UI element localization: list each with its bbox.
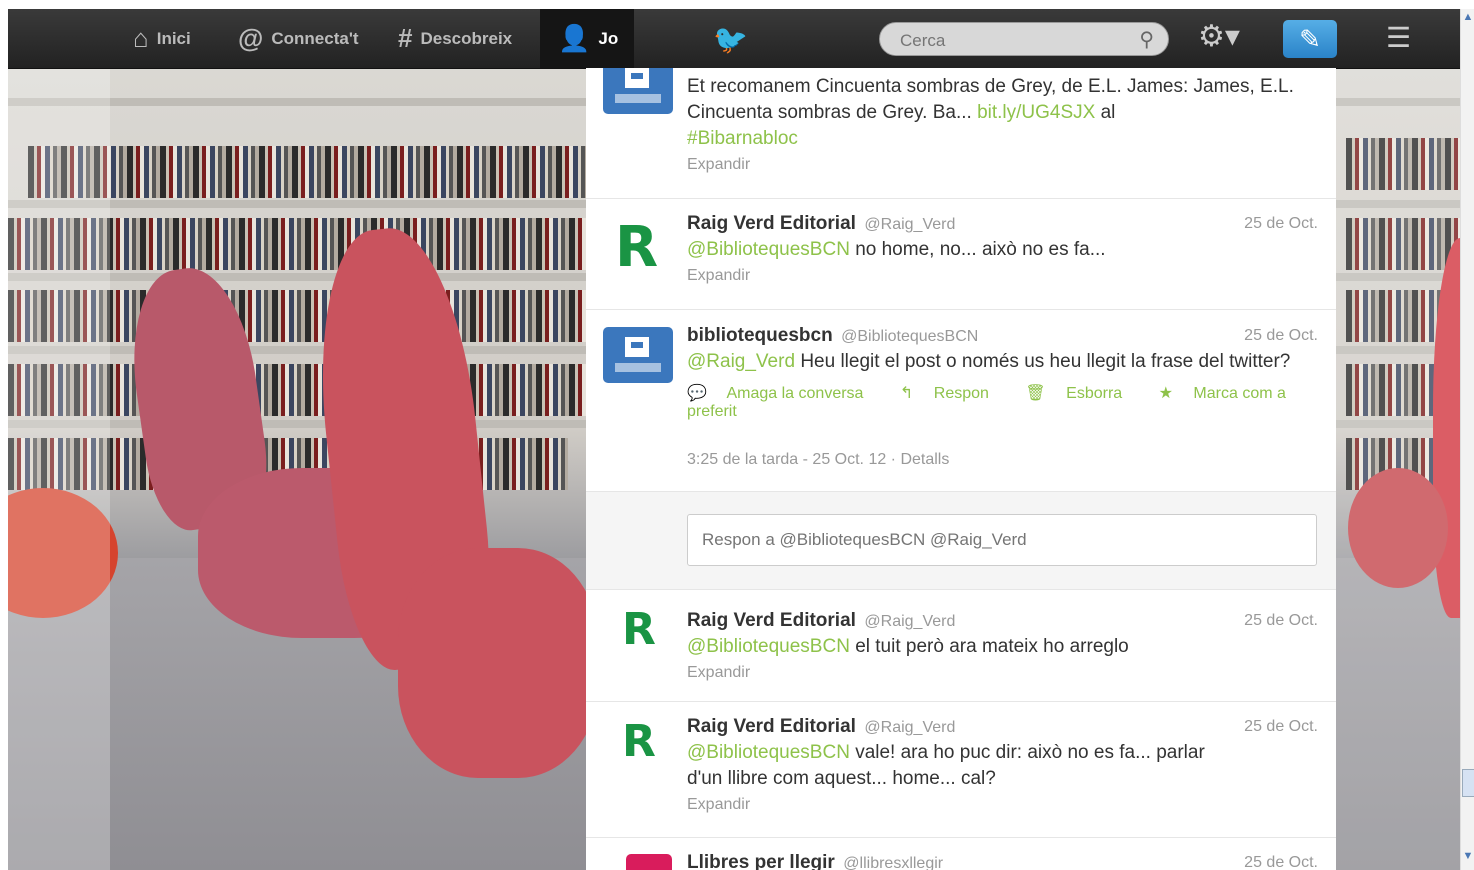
tweet-author-handle[interactable]: @Raig_Verd	[864, 719, 955, 736]
tweet-author-name[interactable]: bibliotequesbcn	[687, 325, 833, 346]
tweet-mention[interactable]: @BibliotequesBCN	[687, 636, 850, 657]
tweet-text: @BibliotequesBCN vale! ara ho puc dir: a…	[687, 740, 1207, 792]
home-icon: ⌂	[133, 23, 149, 53]
tweet-details-meta[interactable]: 3:25 de la tarda - 25 Oct. 12 · Detalls	[687, 451, 1318, 469]
tweet-item-expanded[interactable]: bibliotequesbcn @BibliotequesBCN 25 de O…	[586, 310, 1336, 492]
search-icon[interactable]: ⚲	[1139, 27, 1154, 52]
nav-home-label: Inici	[156, 28, 191, 48]
tweet-author-name[interactable]: Llibres per llegir	[687, 852, 835, 870]
hide-conversation-label: Amaga la conversa	[726, 385, 864, 402]
user-icon: 👤	[558, 23, 591, 53]
expand-link[interactable]: Expandir	[687, 267, 1318, 285]
twitter-bird-icon[interactable]: 🐦	[713, 23, 748, 56]
expand-link[interactable]: Expandir	[687, 796, 1318, 814]
search-input[interactable]	[898, 30, 1132, 52]
tweet-link[interactable]: bit.ly/UG4SJX	[977, 102, 1095, 123]
tweet-author-handle[interactable]: @llibresxllegir	[843, 855, 943, 870]
trash-icon: 🗑	[1025, 385, 1046, 402]
tweet-date[interactable]: 25 de Oct.	[1244, 718, 1318, 736]
tweet-mention[interactable]: @Raig_Verd	[687, 351, 795, 372]
tweet-author-handle[interactable]: @BibliotequesBCN	[841, 328, 978, 345]
reply-arrow-icon: ↰	[899, 385, 914, 402]
tweet-mention[interactable]: @BibliotequesBCN	[687, 742, 850, 763]
avatar[interactable]	[626, 854, 672, 870]
at-icon: @	[238, 23, 264, 53]
conversation-timeline: Et recomanem Cincuenta sombras de Grey, …	[586, 68, 1336, 870]
nav-connect-label: Connecta't	[271, 28, 359, 48]
tweet-author-name[interactable]: Raig Verd Editorial	[687, 716, 856, 737]
compose-icon: ✎	[1299, 24, 1321, 54]
tweet-body: Heu llegit el post o només us heu llegit…	[800, 351, 1291, 372]
tweet-item[interactable]: Llibres per llegir @llibresxllegir 25 de…	[586, 838, 1336, 870]
search-box: ⚲	[879, 22, 1169, 56]
tweet-mention[interactable]: @BibliotequesBCN	[687, 239, 850, 260]
tweet-item[interactable]: R Raig Verd Editorial @Raig_Verd 25 de O…	[586, 590, 1336, 702]
scroll-thumb[interactable]	[1462, 769, 1474, 797]
nav-connect[interactable]: @ Connecta't	[230, 9, 367, 68]
expand-link[interactable]: Expandir	[687, 156, 1318, 174]
delete-action[interactable]: 🗑 Esborra	[1025, 385, 1138, 402]
nav-discover[interactable]: # Descobreix	[390, 9, 520, 68]
tweet-author-name[interactable]: Raig Verd Editorial	[687, 213, 856, 234]
tweet-author-name[interactable]: Raig Verd Editorial	[687, 610, 856, 631]
nav-me-label: Jo	[598, 28, 619, 48]
hide-conversation-action[interactable]: 💬 Amaga la conversa	[687, 385, 879, 402]
speech-bubble-icon: 💬	[687, 385, 707, 402]
top-navigation-bar: ⌂ Inici @ Connecta't # Descobreix 👤 Jo 🐦…	[8, 9, 1460, 69]
avatar[interactable]: R	[586, 604, 686, 660]
nav-me[interactable]: 👤 Jo	[540, 9, 634, 68]
avatar[interactable]	[603, 68, 673, 114]
expand-link[interactable]: Expandir	[687, 664, 1318, 682]
reply-box	[586, 492, 1336, 590]
tweet-hashtag[interactable]: #Bibarnabloc	[687, 128, 798, 149]
menu-icon[interactable]: ☰	[1386, 21, 1411, 54]
tweet-author-handle[interactable]: @Raig_Verd	[864, 216, 955, 233]
reply-label: Respon	[933, 385, 989, 402]
hash-icon: #	[398, 23, 413, 53]
settings-gear-icon[interactable]: ⚙▾	[1198, 19, 1240, 54]
tweet-date[interactable]: 25 de Oct.	[1244, 327, 1318, 345]
tweet-date[interactable]: 25 de Oct.	[1244, 612, 1318, 630]
tweet-body: no home, no... això no es fa...	[855, 239, 1106, 260]
tweet-text: @Raig_Verd Heu llegit el post o només us…	[687, 349, 1318, 375]
star-icon: ★	[1158, 385, 1173, 402]
tweet-text-after: al	[1100, 102, 1116, 123]
tweet-date[interactable]: 25 de Oct.	[1244, 854, 1318, 870]
scroll-up-icon[interactable]: ▲	[1461, 11, 1474, 29]
tweet-item[interactable]: R Raig Verd Editorial @Raig_Verd 25 de O…	[586, 199, 1336, 310]
tweet-text: Et recomanem Cincuenta sombras de Grey, …	[687, 74, 1318, 152]
reply-input[interactable]	[687, 514, 1317, 566]
compose-tweet-button[interactable]: ✎	[1283, 20, 1337, 58]
tweet-body: el tuit però ara mateix ho arreglo	[855, 636, 1129, 657]
scrollbar[interactable]: ▲ ▼	[1460, 9, 1474, 870]
scroll-down-icon[interactable]: ▼	[1461, 850, 1474, 868]
delete-label: Esborra	[1066, 385, 1123, 402]
reply-action[interactable]: ↰ Respon	[900, 385, 1005, 402]
tweet-item[interactable]: Et recomanem Cincuenta sombras de Grey, …	[586, 68, 1336, 199]
nav-home[interactable]: ⌂ Inici	[125, 9, 199, 68]
avatar[interactable]: R	[586, 716, 686, 772]
tweet-author-handle[interactable]: @Raig_Verd	[864, 613, 955, 630]
tweet-item[interactable]: R Raig Verd Editorial @Raig_Verd 25 de O…	[586, 702, 1336, 838]
avatar[interactable]: R	[603, 215, 673, 280]
avatar[interactable]	[603, 327, 673, 383]
tweet-text: @BibliotequesBCN no home, no... això no …	[687, 237, 1318, 263]
tweet-text: @BibliotequesBCN el tuit però ara mateix…	[687, 634, 1318, 660]
tweet-date[interactable]: 25 de Oct.	[1244, 215, 1318, 233]
tweet-actions: 💬 Amaga la conversa ↰ Respon 🗑 Esborra ★…	[687, 383, 1318, 421]
nav-discover-label: Descobreix	[420, 28, 513, 48]
